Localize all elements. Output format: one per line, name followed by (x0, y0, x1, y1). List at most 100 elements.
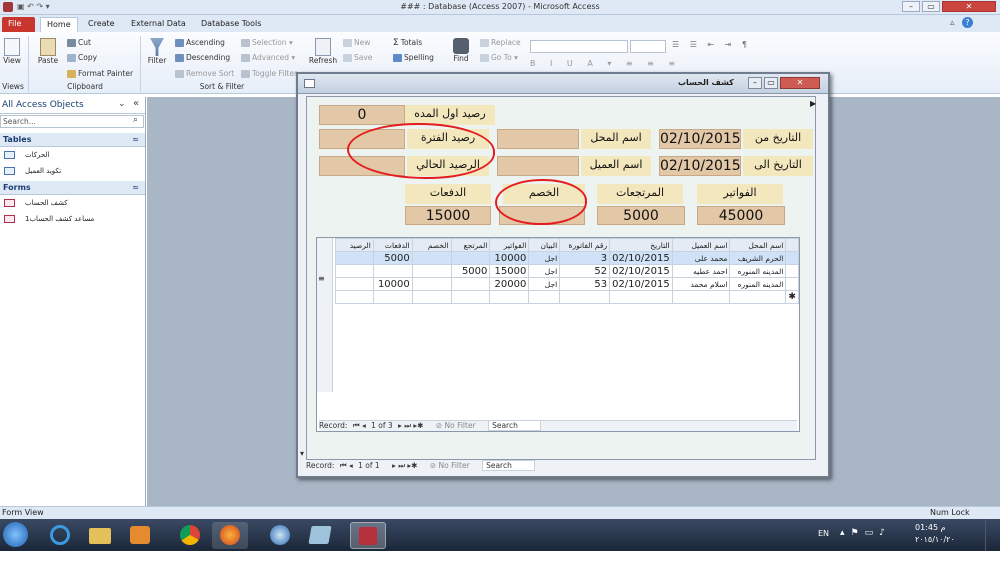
scroll-down-icon[interactable]: ▾ (300, 449, 304, 458)
cell[interactable] (528, 290, 561, 304)
show-desktop-button[interactable] (985, 519, 1000, 551)
save-record-button[interactable]: Save (343, 53, 372, 62)
cell[interactable]: 15000 (489, 264, 530, 278)
select-all-corner[interactable] (785, 238, 799, 252)
cell[interactable] (411, 264, 452, 278)
column-header[interactable]: التاريخ (609, 238, 673, 252)
cell[interactable]: 20000 (489, 277, 530, 291)
cell[interactable] (335, 290, 374, 304)
help-icon[interactable]: ? (962, 17, 973, 28)
record-position[interactable]: 1 of 3 (371, 421, 393, 430)
tables-section-header[interactable]: Tables ≈ (0, 133, 145, 147)
nav-dropdown-icon[interactable]: ⌄ (118, 99, 126, 109)
cell[interactable] (335, 277, 374, 291)
paste-button[interactable]: Paste (36, 38, 60, 65)
font-name-select[interactable] (530, 40, 628, 53)
cut-button[interactable]: Cut (67, 38, 91, 47)
copy-button[interactable]: Copy (67, 53, 97, 62)
cell[interactable] (335, 251, 374, 265)
forms-section-header[interactable]: Forms ≈ (0, 181, 145, 195)
cell[interactable]: الحرم الشريف (729, 251, 787, 265)
font-size-select[interactable] (630, 40, 666, 53)
collapse-section-icon[interactable]: ≈ (132, 133, 139, 146)
table-row[interactable]: 5000 15000 اجل 52 02/10/2015 احمد عطيه ا… (335, 264, 799, 278)
column-header[interactable]: البيان (528, 238, 561, 252)
formatting-toolbar[interactable]: B I U A ▾ ≡ ≡ ≡ (530, 59, 790, 71)
no-filter-indicator[interactable]: ⊘ No Filter (436, 421, 476, 430)
start-button[interactable] (3, 522, 28, 547)
new-record-nav-icon[interactable]: ▸✱ (407, 461, 417, 470)
tab-database-tools[interactable]: Database Tools (195, 17, 267, 32)
payments-field[interactable]: 15000 (405, 206, 491, 225)
form-maximize-button[interactable]: ▭ (764, 77, 778, 89)
cell[interactable]: اسلام محمد (671, 277, 731, 291)
new-record-row[interactable]: ✱ (335, 290, 799, 304)
form-close-button[interactable]: ✕ (780, 77, 820, 89)
cell[interactable] (372, 264, 413, 278)
goto-button[interactable]: Go To ▾ (480, 53, 518, 62)
first-record-icon[interactable]: ⏮ (353, 421, 360, 430)
chrome-icon[interactable] (172, 522, 208, 549)
cell[interactable] (671, 290, 731, 304)
cell[interactable]: 3 (559, 251, 611, 265)
nav-form-item[interactable]: مساعد كشف الحساب1 (4, 215, 94, 223)
refresh-button[interactable]: Refresh (308, 38, 338, 65)
first-record-icon[interactable]: ⏮ (340, 461, 347, 470)
cell[interactable] (411, 277, 452, 291)
cell[interactable] (450, 251, 491, 265)
tab-home[interactable]: Home (40, 17, 78, 32)
date-from-field[interactable]: 02/10/2015 (659, 129, 741, 149)
customer-name-field[interactable] (497, 156, 579, 176)
file-explorer-icon[interactable] (82, 522, 118, 549)
access-taskbar-icon[interactable] (350, 522, 386, 549)
cell[interactable]: احمد عطيه (671, 264, 731, 278)
cell[interactable]: 10000 (489, 251, 530, 265)
close-button[interactable]: ✕ (942, 1, 996, 12)
cell[interactable] (411, 251, 452, 265)
tray-icons[interactable]: ▴⚑▭♪ (840, 528, 891, 538)
remove-sort-button[interactable]: Remove Sort (175, 69, 234, 78)
cell[interactable]: محمد على (671, 251, 731, 265)
column-header[interactable]: اسم العميل (671, 238, 731, 252)
prev-record-icon[interactable]: ◂ (362, 421, 366, 430)
app-icon[interactable] (302, 522, 338, 549)
cell[interactable]: 5000 (450, 264, 491, 278)
advanced-button[interactable]: Advanced ▾ (241, 53, 295, 62)
no-filter-indicator[interactable]: ⊘ No Filter (430, 461, 470, 470)
last-record-icon[interactable]: ⏭ (404, 421, 411, 430)
cell[interactable] (489, 290, 530, 304)
cell[interactable] (335, 264, 374, 278)
search-box[interactable]: Search (488, 420, 541, 431)
selector-icon[interactable]: ≡ (318, 274, 325, 283)
form-window-icon[interactable] (304, 79, 315, 88)
date-to-field[interactable]: 02/10/2015 (659, 156, 741, 176)
cell[interactable]: 52 (559, 264, 611, 278)
next-record-icon[interactable]: ▸ (398, 421, 402, 430)
returns-field[interactable]: 5000 (597, 206, 685, 225)
tab-create[interactable]: Create (82, 17, 121, 32)
totals-button[interactable]: Σ Totals (393, 38, 422, 48)
column-header[interactable]: الخصم (411, 238, 452, 252)
column-header[interactable]: المرتجع (450, 238, 491, 252)
cell[interactable]: اجل (528, 251, 561, 265)
table-row[interactable]: 5000 10000 اجل 3 02/10/2015 محمد على الح… (335, 251, 799, 265)
cell[interactable]: اجل (528, 277, 561, 291)
cell[interactable] (411, 290, 452, 304)
prev-record-icon[interactable]: ◂ (349, 461, 353, 470)
cell[interactable]: 02/10/2015 (609, 264, 673, 278)
cell[interactable]: 5000 (372, 251, 413, 265)
record-selector-icon[interactable]: ▶ (810, 99, 816, 108)
cell[interactable]: اجل (528, 264, 561, 278)
internet-explorer-icon[interactable] (42, 522, 78, 549)
column-header[interactable]: الدفعات (372, 238, 413, 252)
record-position[interactable]: 1 of 1 (358, 461, 380, 470)
maximize-button[interactable]: ▭ (922, 1, 940, 12)
column-header[interactable]: رقم الفاتورة (559, 238, 611, 252)
nav-form-item[interactable]: كشف الحساب (4, 199, 68, 207)
shop-name-field[interactable] (497, 129, 579, 149)
column-header[interactable]: الفواتير (489, 238, 530, 252)
column-header[interactable]: الرصيد (335, 238, 374, 252)
nav-table-item[interactable]: تكويد العميل (4, 167, 61, 175)
language-indicator[interactable]: EN (818, 529, 829, 538)
view-button[interactable]: View (2, 38, 22, 65)
